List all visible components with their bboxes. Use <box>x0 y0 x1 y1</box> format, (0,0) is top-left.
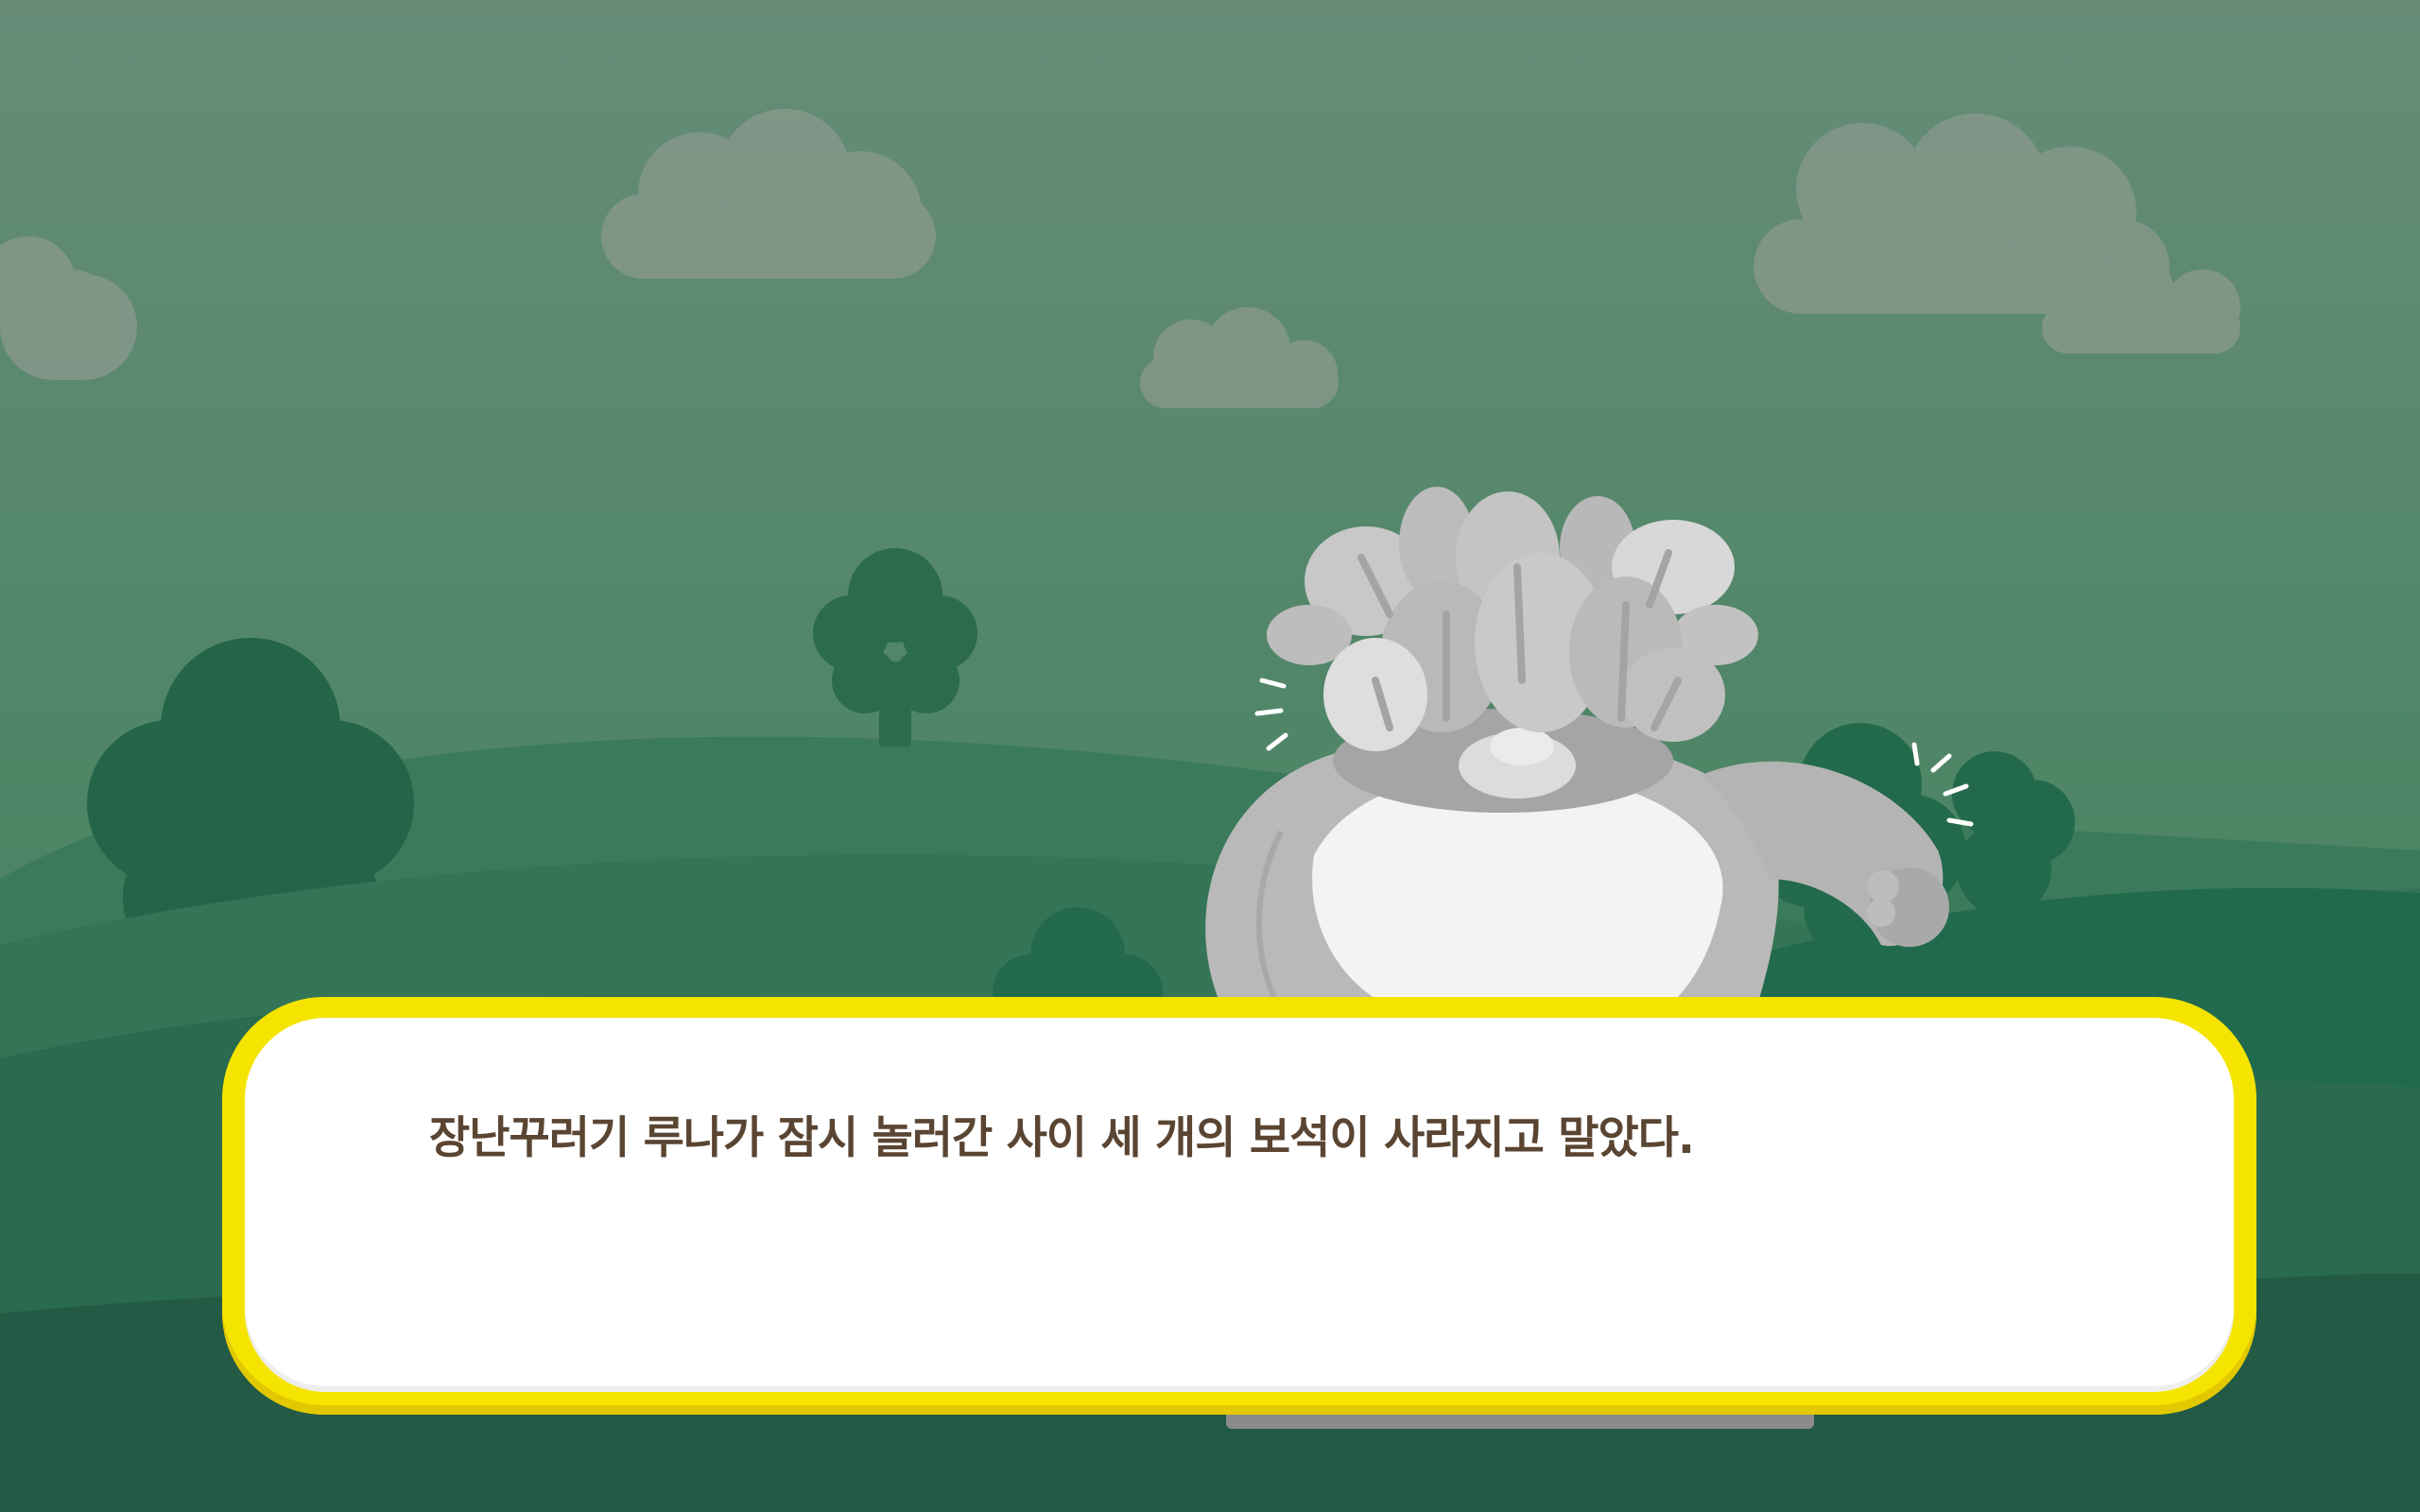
game-scene: 장난꾸러기 루나가 잠시 놀러간 사이 세 개의 보석이 사라지고 말았다. <box>0 0 2420 1512</box>
dialog-frame: 장난꾸러기 루나가 잠시 놀러간 사이 세 개의 보석이 사라지고 말았다. <box>222 997 2256 1415</box>
dialog-box[interactable]: 장난꾸러기 루나가 잠시 놀러간 사이 세 개의 보석이 사라지고 말았다. <box>245 1018 2234 1392</box>
dialog-text: 장난꾸러기 루나가 잠시 놀러간 사이 세 개의 보석이 사라지고 말았다. <box>429 1112 1695 1164</box>
